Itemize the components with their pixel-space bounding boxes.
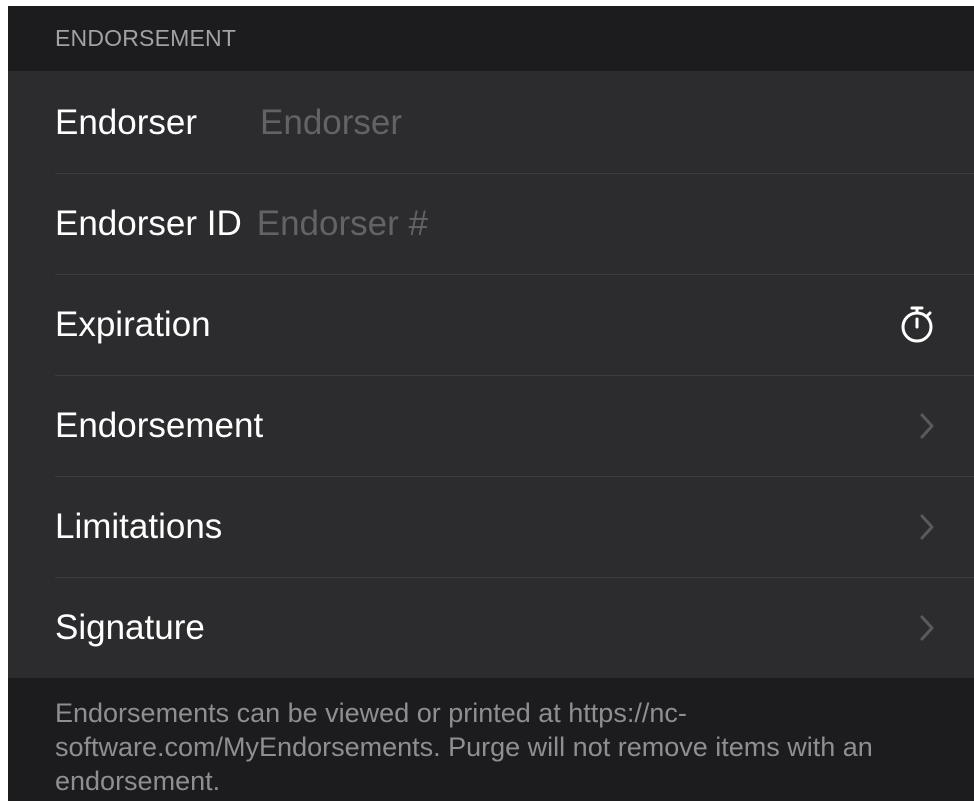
limitations-label: Limitations xyxy=(55,506,223,546)
chevron-right-icon xyxy=(920,514,934,540)
stopwatch-icon[interactable] xyxy=(896,304,938,346)
endorsement-label: Endorsement xyxy=(55,405,264,445)
endorsement-settings-screen: ENDORSEMENT Endorser Endorser ID Expirat… xyxy=(8,6,974,801)
footer-note: Endorsements can be viewed or printed at… xyxy=(55,698,873,796)
section-header-label: ENDORSEMENT xyxy=(55,25,237,51)
chevron-right-icon xyxy=(920,413,934,439)
limitations-row[interactable]: Limitations xyxy=(8,476,974,577)
signature-label: Signature xyxy=(55,607,205,647)
endorser-id-input[interactable] xyxy=(256,203,974,244)
chevron-right-icon xyxy=(920,615,934,641)
signature-row[interactable]: Signature xyxy=(8,577,974,678)
endorser-label: Endorser xyxy=(55,102,198,142)
section-footer: Endorsements can be viewed or printed at… xyxy=(8,678,974,798)
section-header: ENDORSEMENT xyxy=(8,6,974,72)
expiration-row[interactable]: Expiration xyxy=(8,274,974,375)
endorser-id-row[interactable]: Endorser ID xyxy=(8,173,974,274)
endorser-id-label: Endorser ID xyxy=(55,203,242,243)
endorser-input[interactable] xyxy=(260,102,974,143)
endorser-row[interactable]: Endorser xyxy=(8,72,974,173)
endorsement-row[interactable]: Endorsement xyxy=(8,375,974,476)
expiration-label: Expiration xyxy=(55,304,211,344)
endorsement-group: Endorser Endorser ID Expiration Endorsem… xyxy=(8,72,974,678)
